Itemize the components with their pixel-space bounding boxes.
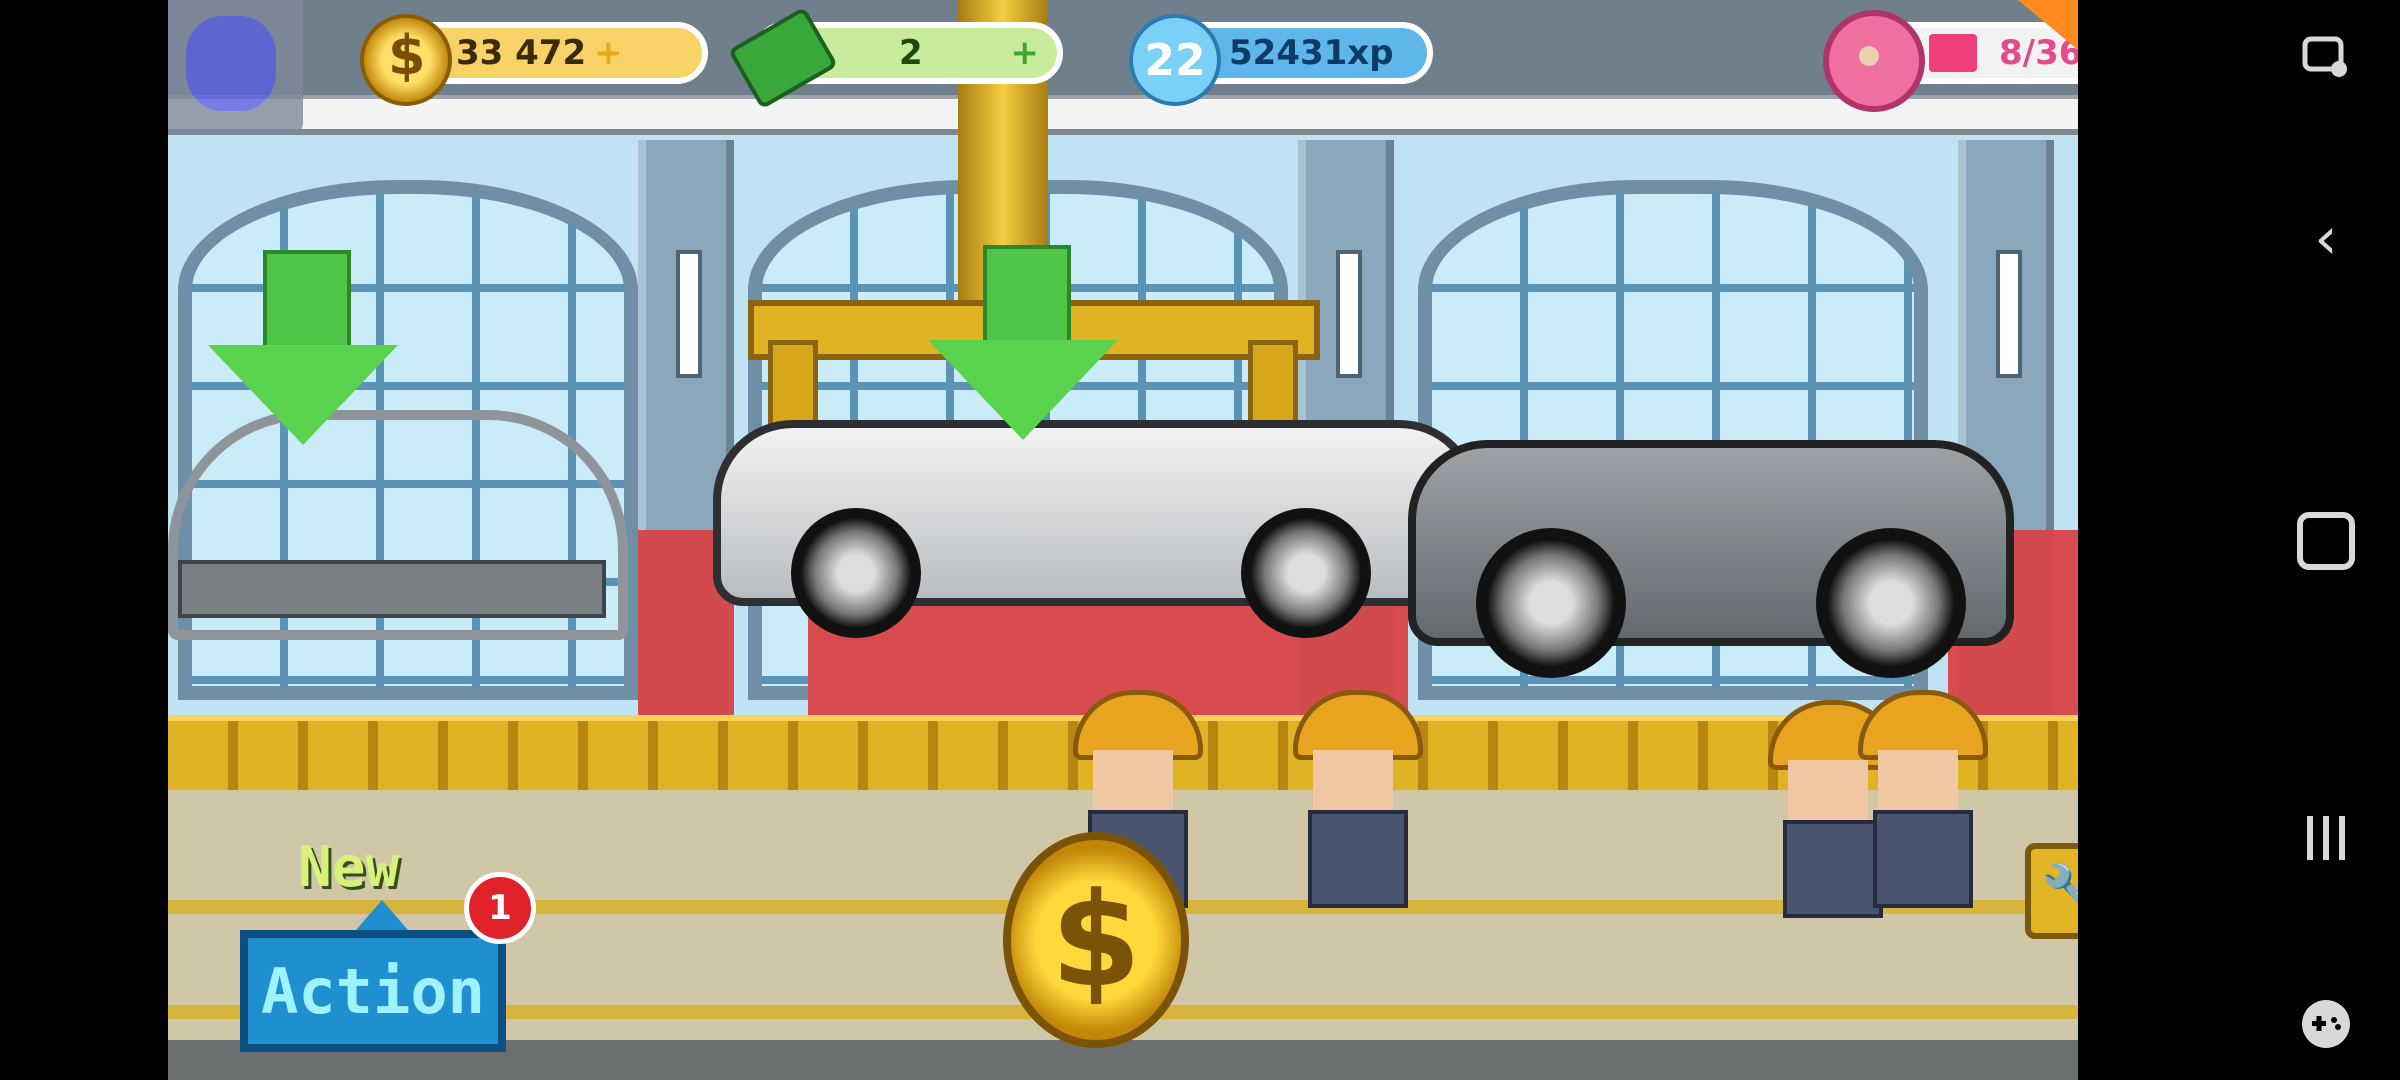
pillar	[638, 140, 734, 760]
action-pointer	[356, 900, 408, 930]
worker-face	[1788, 760, 1868, 820]
screenshot-icon[interactable]	[2288, 20, 2364, 96]
wheel	[1476, 528, 1626, 678]
worker-face	[1878, 750, 1958, 810]
worker[interactable]	[1293, 690, 1423, 910]
worker-body	[1308, 810, 1408, 908]
car-white-convertible[interactable]	[713, 420, 1479, 638]
arrow-head	[928, 340, 1118, 440]
back-button[interactable]: ‹	[2288, 200, 2364, 276]
car-grey-convertible[interactable]	[1408, 440, 2014, 678]
wheel	[791, 508, 921, 638]
level-value: 22	[1144, 34, 1206, 86]
gamepad-glyph	[2302, 1000, 2350, 1048]
add-cash-icon[interactable]: +	[1011, 33, 1040, 73]
action-button[interactable]: Action	[240, 930, 506, 1052]
arrow-head	[208, 345, 398, 445]
green-arrow-icon[interactable]	[208, 250, 398, 450]
wrench-icon: 🔧	[2040, 861, 2078, 922]
screenshot-glyph	[2302, 36, 2347, 77]
worker-face	[1093, 750, 1173, 810]
pillar-lamp	[1336, 250, 1362, 378]
wheel	[1816, 528, 1966, 678]
game-launcher-icon[interactable]	[2288, 986, 2364, 1062]
worker[interactable]	[1858, 690, 1988, 910]
coin-icon	[360, 14, 452, 106]
pillar-lamp	[676, 250, 702, 378]
green-arrow-icon[interactable]	[928, 245, 1118, 445]
recent-apps-button[interactable]	[2288, 800, 2364, 876]
wheel	[1241, 508, 1371, 638]
car-frame-base	[178, 560, 606, 618]
corner-flag	[2018, 0, 2078, 50]
collect-coin-button[interactable]: $	[1003, 832, 1189, 1048]
coins-value: 33 472	[456, 33, 587, 73]
add-coins-icon[interactable]: +	[594, 33, 623, 73]
coin-symbol: $	[1050, 864, 1142, 1016]
worker-face	[1313, 750, 1393, 810]
pause-icon	[186, 16, 276, 111]
donut-icon	[1823, 10, 1925, 112]
cash-counter[interactable]: 2 +	[727, 6, 1063, 110]
pillar-lamp	[1996, 250, 2022, 378]
coins-counter[interactable]: 33 472 +	[360, 14, 708, 106]
home-button[interactable]	[2288, 503, 2364, 579]
worker-body	[1873, 810, 1973, 908]
arrow-shaft	[263, 250, 351, 358]
notification-badge: 1	[464, 872, 536, 944]
recent-apps-icon	[2307, 816, 2345, 860]
level-badge-icon: 22	[1129, 14, 1221, 106]
arrow-shaft	[983, 245, 1071, 353]
pause-button[interactable]	[168, 0, 303, 135]
wrench-button[interactable]: 🔧	[2025, 843, 2078, 939]
cash-value: 2	[899, 33, 923, 73]
home-icon	[2297, 512, 2355, 570]
new-label: New	[298, 835, 400, 900]
donut-progress-fill	[1929, 34, 1978, 72]
xp-value: 52431xp	[1229, 33, 1394, 73]
game-viewport[interactable]: $ 33 472 + 2 + 22 52431xp 8/36 New Actio…	[168, 0, 2078, 1080]
ceiling-stripe	[168, 95, 2078, 135]
xp-counter[interactable]: 22 52431xp	[1129, 14, 1433, 106]
